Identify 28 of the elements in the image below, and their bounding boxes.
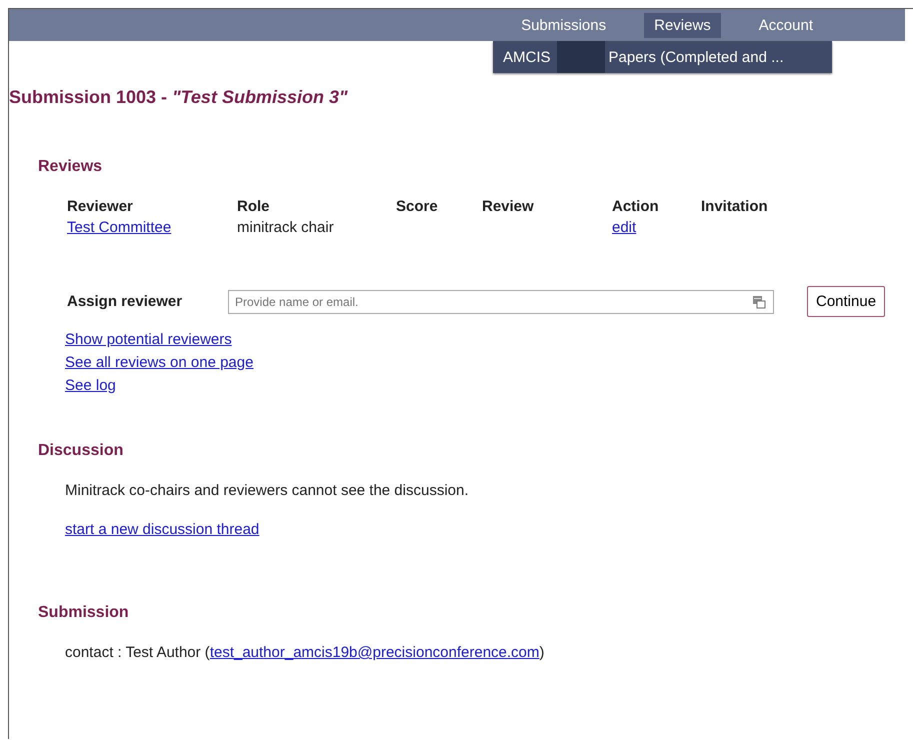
assign-label: Assign reviewer: [67, 293, 184, 310]
review-link[interactable]: Show potential reviewers: [65, 331, 232, 348]
column-header: Role: [237, 198, 270, 215]
table-link[interactable]: Test Committee: [67, 219, 172, 236]
nav-tab[interactable]: Account: [748, 12, 823, 38]
column-header: Review: [482, 198, 534, 215]
nav-tab[interactable]: Reviews: [644, 12, 721, 38]
table-link[interactable]: edit: [612, 219, 636, 236]
review-link[interactable]: See all reviews on one page: [65, 354, 254, 371]
reviewer-input-field[interactable]: Provide name or email.: [228, 290, 774, 314]
section-heading: Reviews: [38, 158, 104, 176]
table-cell: minitrack chair: [237, 219, 334, 236]
section-heading: Submission: [38, 604, 130, 622]
section-heading: Discussion: [38, 442, 124, 460]
contact-card-icon: [752, 294, 766, 308]
nav-tab[interactable]: Submissions: [511, 12, 616, 38]
page-title: Submission 1003 - "Test Submission 3": [9, 87, 349, 108]
column-header: Invitation: [701, 198, 768, 215]
review-link[interactable]: See log: [65, 377, 116, 394]
contact-line: contact : Test Author (test_author_amcis19b@precisionconference.com): [65, 644, 546, 661]
submenu-item[interactable]: AMCIS Papers (Completed and ...: [493, 41, 832, 73]
email-link[interactable]: test_author_amcis19b@precisionconference.com: [210, 644, 540, 661]
continue-button[interactable]: Continue: [807, 286, 886, 317]
new-thread-link[interactable]: start a new discussion thread: [65, 521, 260, 538]
column-header: Score: [396, 198, 438, 215]
column-header: Action: [612, 198, 659, 215]
discussion-note: Minitrack co-chairs and reviewers cannot see the discussion.: [65, 482, 470, 499]
column-header: Reviewer: [67, 198, 133, 215]
